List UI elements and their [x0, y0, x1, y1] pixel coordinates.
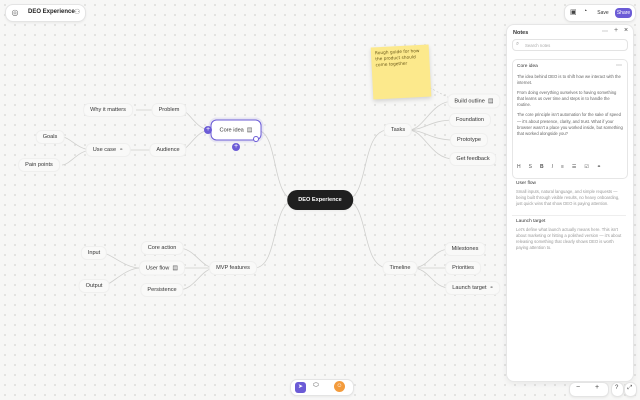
numbered-list-icon[interactable]: ☰ — [572, 164, 576, 170]
notes-panel-title: Notes — [513, 30, 529, 36]
heading-icon[interactable]: H — [517, 164, 521, 170]
note-card-active[interactable]: Core idea ⋯ The idea behind DEO is to sh… — [512, 59, 628, 179]
shape-tool-icon[interactable]: ⬭ — [313, 382, 319, 390]
user-flow-node[interactable]: User flow ▤ — [139, 260, 185, 276]
notes-panel-icon[interactable]: ▣ — [570, 8, 577, 16]
close-icon[interactable]: × — [624, 27, 628, 34]
timeline-node[interactable]: Timeline — [382, 261, 418, 275]
get-feedback-node[interactable]: Get feedback — [449, 152, 497, 166]
divider — [512, 215, 626, 216]
priorities-node[interactable]: Priorities — [445, 261, 481, 275]
notes-panel: Notes ⋯ + × ⌕ Search notes Core idea ⋯ T… — [506, 24, 634, 382]
note-card[interactable]: User flow Small inputs, natural language… — [512, 181, 626, 211]
output-node[interactable]: Output — [78, 279, 110, 293]
search-placeholder: Search notes — [525, 42, 551, 48]
root-node[interactable]: DEO Experience — [287, 190, 353, 210]
top-toolbar: ▣ ◔ Save Share — [564, 4, 636, 22]
connect-handle[interactable] — [253, 136, 259, 142]
persistence-node[interactable]: Persistence — [140, 283, 184, 297]
note-title: User flow — [516, 181, 536, 186]
expand-icon: ⤢ — [627, 384, 633, 391]
add-child-below-button[interactable]: + — [232, 143, 240, 151]
milestones-node[interactable]: Milestones — [444, 242, 486, 256]
link-icon[interactable]: ⚇ — [74, 8, 80, 16]
prototype-node[interactable]: Prototype — [450, 133, 488, 147]
more-icon[interactable]: ⋯ — [616, 62, 622, 69]
launch-target-node[interactable]: Launch target ⚭ — [445, 281, 501, 295]
core-idea-label: Core idea — [219, 127, 244, 133]
zoom-out-button[interactable]: − — [576, 384, 580, 391]
italic-icon[interactable]: I — [552, 164, 553, 170]
why-it-matters-node[interactable]: Why it matters — [83, 103, 133, 117]
note-paragraph: The core principle isn't automation for … — [517, 112, 623, 136]
bulleted-list-icon[interactable]: ≡ — [561, 164, 564, 170]
problem-node[interactable]: Problem — [151, 103, 187, 117]
add-child-left-button[interactable]: + — [204, 126, 212, 134]
foundation-node[interactable]: Foundation — [449, 113, 491, 127]
page-title[interactable]: DEO Experience — [28, 9, 75, 15]
zoom-in-button[interactable]: + — [595, 384, 599, 391]
tasks-node[interactable]: Tasks — [383, 123, 413, 137]
expand-button[interactable]: ⤢ — [624, 382, 637, 397]
note-card[interactable]: Launch target Let's define what launch a… — [512, 219, 626, 255]
note-paragraph: From doing everything ourselves to havin… — [517, 90, 617, 108]
build-outline-label: Build outline — [454, 98, 485, 104]
bottom-toolbar: ➤ ⬭ ☺ — [290, 379, 354, 396]
select-tool-icon[interactable]: ➤ — [295, 382, 306, 393]
share-button[interactable]: Share — [615, 8, 632, 18]
build-outline-node[interactable]: Build outline ▤ — [447, 93, 501, 109]
title-bar: ◎ DEO Experience ⚇ — [5, 4, 86, 22]
note-icon: ▤ — [246, 127, 253, 134]
sticky-note[interactable]: Rough guide for how the product should c… — [370, 44, 432, 100]
launch-target-label: Launch target — [452, 285, 487, 291]
app-menu-icon[interactable]: ◎ — [10, 8, 20, 18]
note-icon: ▤ — [487, 98, 494, 105]
more-icon[interactable]: ⋯ — [602, 28, 608, 35]
note-title: Core idea — [517, 64, 538, 69]
search-icon: ⌕ — [516, 41, 520, 47]
goals-node[interactable]: Goals — [35, 130, 65, 144]
link-icon: ⚭ — [489, 285, 494, 291]
note-title: Launch target — [516, 219, 546, 224]
use-case-label: Use case — [92, 147, 117, 153]
help-button[interactable]: ? — [611, 382, 624, 397]
input-node[interactable]: Input — [80, 246, 108, 260]
use-case-node[interactable]: Use case ⚭ — [85, 143, 131, 157]
strikethrough-icon[interactable]: S — [529, 164, 532, 170]
format-toolbar: H S B I ≡ ☰ ☑ ⚭ — [517, 164, 623, 170]
note-paragraph: The idea behind DEO is to shift how we i… — [517, 74, 621, 86]
note-body: The idea behind DEO is to shift how we i… — [517, 74, 623, 137]
search-input[interactable]: ⌕ Search notes — [512, 39, 628, 51]
core-action-node[interactable]: Core action — [140, 241, 184, 255]
audience-node[interactable]: Audience — [149, 143, 187, 157]
bold-icon[interactable]: B — [540, 164, 544, 170]
history-icon[interactable]: ◔ — [583, 8, 587, 15]
link-icon: ⚭ — [119, 147, 124, 153]
help-icon: ? — [615, 385, 619, 391]
link-icon[interactable]: ⚭ — [597, 164, 601, 170]
user-flow-label: User flow — [146, 265, 170, 271]
checklist-icon[interactable]: ☑ — [584, 164, 588, 170]
note-paragraph: Small inputs, natural language, and simp… — [516, 189, 620, 207]
note-paragraph: Let's define what launch actually means … — [516, 227, 622, 251]
note-icon: ▤ — [172, 265, 178, 272]
zoom-controls: − + — [569, 382, 609, 397]
add-note-icon[interactable]: + — [614, 27, 618, 34]
pain-points-node[interactable]: Pain points — [18, 158, 60, 172]
sticker-tool-icon[interactable]: ☺ — [334, 381, 345, 392]
mvp-features-node[interactable]: MVP features — [209, 261, 257, 275]
save-button[interactable]: Save — [595, 8, 611, 18]
